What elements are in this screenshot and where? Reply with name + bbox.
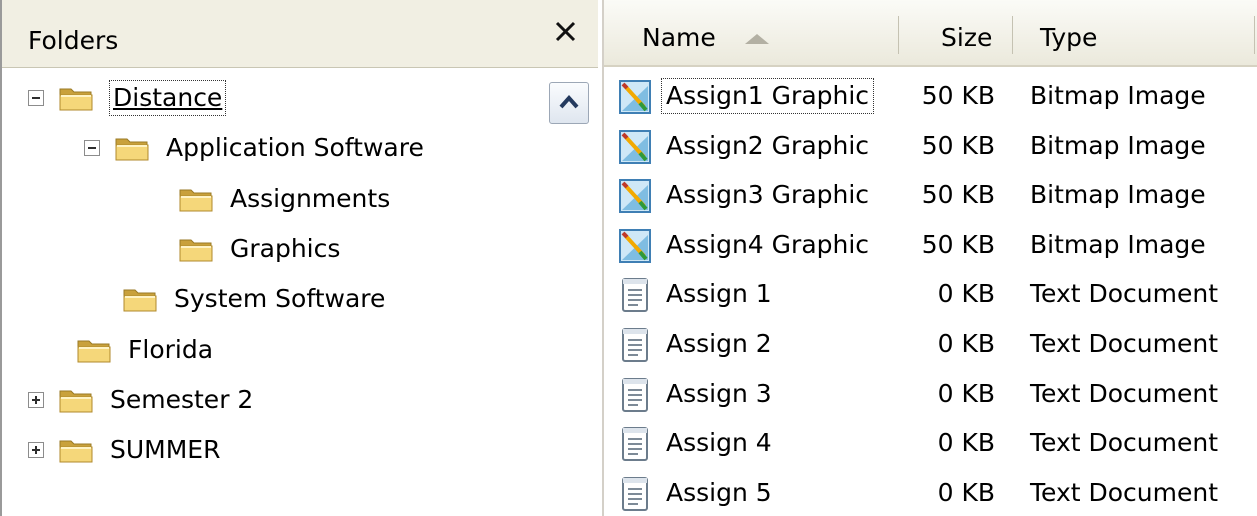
file-list-pane: Name Size Type Assign1 Graphic 50 KB Bitma… [602, 0, 1257, 516]
column-divider[interactable] [1012, 16, 1013, 54]
expand-icon[interactable] [28, 442, 44, 458]
collapse-icon[interactable] [28, 90, 44, 106]
file-size: 50 KB [921, 81, 995, 110]
tree-node-distance[interactable]: Distance [28, 78, 227, 118]
file-size: 0 KB [937, 428, 995, 457]
tree-node-graphics[interactable]: Graphics [178, 229, 340, 269]
bitmap-image-icon [618, 78, 652, 116]
column-header-name[interactable]: Name [642, 22, 716, 54]
text-document-icon [618, 376, 652, 414]
close-folders-pane-button[interactable] [548, 14, 588, 54]
file-type: Text Document [1030, 478, 1219, 507]
folder-icon [76, 335, 112, 365]
file-row[interactable]: Assign3 Graphic 50 KB Bitmap Image [604, 172, 1257, 220]
sort-ascending-icon [745, 34, 769, 44]
tree-node-label: Graphics [230, 234, 341, 263]
scroll-up-button[interactable] [549, 82, 589, 124]
bitmap-image-icon [618, 177, 652, 215]
file-size: 0 KB [937, 279, 995, 308]
tree-node-label: Distance [108, 80, 227, 116]
file-name: Assign3 Graphic [666, 180, 870, 209]
tree-node-label: Florida [128, 335, 214, 364]
collapse-icon[interactable] [84, 140, 100, 156]
text-document-icon [618, 326, 652, 364]
explorer-window: Folders Distance Application Software Assi… [0, 0, 1257, 516]
file-type: Bitmap Image [1030, 131, 1206, 160]
file-name: Assign 4 [666, 428, 772, 457]
file-size: 0 KB [937, 478, 995, 507]
column-divider[interactable] [898, 16, 899, 54]
file-row[interactable]: Assign 5 0 KB Text Document [604, 470, 1257, 516]
column-header-size[interactable]: Size [941, 22, 992, 54]
column-header-type[interactable]: Type [1040, 22, 1097, 54]
file-list-header: Name Size Type [604, 0, 1257, 67]
file-row[interactable]: Assign1 Graphic 50 KB Bitmap Image [604, 73, 1257, 121]
file-size: 0 KB [937, 379, 995, 408]
close-icon [555, 21, 576, 42]
file-row[interactable]: Assign 3 0 KB Text Document [604, 371, 1257, 419]
file-name: Assign 3 [666, 379, 772, 408]
file-name: Assign 2 [666, 329, 772, 358]
file-type: Text Document [1030, 379, 1219, 408]
file-name: Assign1 Graphic [660, 78, 875, 114]
file-type: Text Document [1030, 279, 1219, 308]
file-name: Assign2 Graphic [666, 131, 870, 160]
folders-pane-title: Folders [28, 26, 119, 55]
file-size: 50 KB [921, 230, 995, 259]
file-type: Text Document [1030, 329, 1219, 358]
folders-pane: Folders Distance Application Software Assi… [0, 0, 598, 516]
tree-node-label: Assignments [230, 184, 391, 213]
file-type: Bitmap Image [1030, 81, 1206, 110]
file-row[interactable]: Assign4 Graphic 50 KB Bitmap Image [604, 222, 1257, 270]
folder-icon [58, 385, 94, 415]
folder-icon [178, 184, 214, 214]
tree-node-assignments[interactable]: Assignments [178, 179, 390, 219]
file-name: Assign 1 [666, 279, 772, 308]
tree-node-label: System Software [174, 284, 386, 313]
file-type: Bitmap Image [1030, 230, 1206, 259]
folder-icon [178, 234, 214, 264]
file-name: Assign 5 [666, 478, 772, 507]
tree-node-label: Application Software [166, 133, 424, 162]
folder-icon [114, 133, 150, 163]
folder-icon [58, 435, 94, 465]
file-row[interactable]: Assign2 Graphic 50 KB Bitmap Image [604, 123, 1257, 171]
file-type: Text Document [1030, 428, 1219, 457]
expand-icon[interactable] [28, 392, 44, 408]
text-document-icon [618, 475, 652, 513]
tree-node-summer[interactable]: SUMMER [28, 430, 220, 470]
chevron-up-icon [559, 94, 579, 109]
file-size: 50 KB [921, 131, 995, 160]
tree-node-application-software[interactable]: Application Software [84, 128, 424, 168]
file-size: 0 KB [937, 329, 995, 358]
folder-icon [58, 83, 94, 113]
folders-pane-header: Folders [2, 0, 598, 68]
bitmap-image-icon [618, 128, 652, 166]
text-document-icon [618, 276, 652, 314]
file-type: Bitmap Image [1030, 180, 1206, 209]
tree-node-label: SUMMER [110, 435, 221, 464]
tree-node-system-software[interactable]: System Software [122, 279, 385, 319]
file-row[interactable]: Assign 1 0 KB Text Document [604, 271, 1257, 319]
bitmap-image-icon [618, 227, 652, 265]
file-size: 50 KB [921, 180, 995, 209]
file-name: Assign4 Graphic [666, 230, 870, 259]
file-row[interactable]: Assign 2 0 KB Text Document [604, 321, 1257, 369]
tree-node-semester-2[interactable]: Semester 2 [28, 380, 253, 420]
tree-node-florida[interactable]: Florida [76, 330, 213, 370]
text-document-icon [618, 425, 652, 463]
folder-icon [122, 284, 158, 314]
tree-node-label: Semester 2 [110, 385, 254, 414]
file-row[interactable]: Assign 4 0 KB Text Document [604, 420, 1257, 468]
column-divider[interactable] [1254, 16, 1255, 54]
